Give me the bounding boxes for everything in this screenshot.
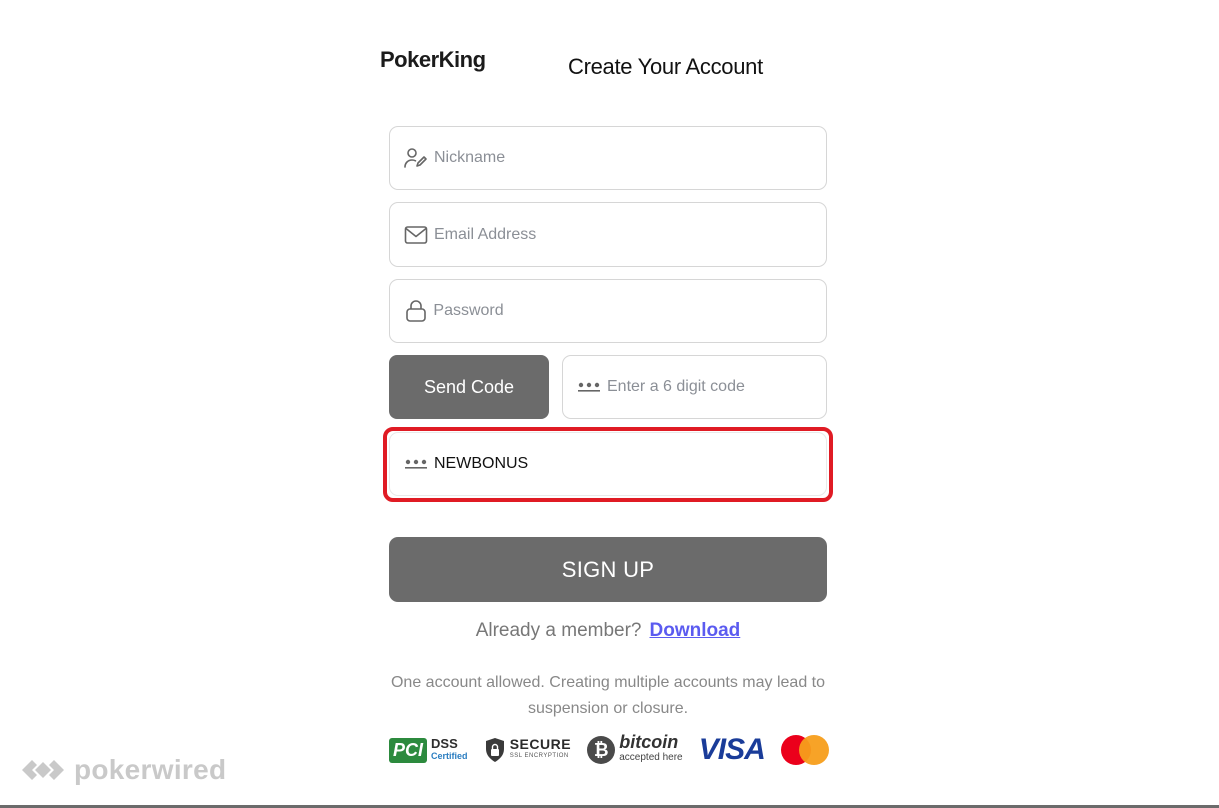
visa-logo: VISA: [698, 733, 766, 766]
ssl-encryption-text: SSL ENCRYPTION: [509, 753, 569, 759]
sign-up-button[interactable]: SIGN UP: [389, 537, 827, 602]
header: PokerKing Create Your Account: [378, 44, 838, 94]
shield-lock-icon: [485, 738, 504, 762]
mastercard-logo: [781, 735, 829, 765]
promo-code-field[interactable]: [389, 432, 827, 496]
payment-badges: PCI DSS Certified SECURE SSL ENCRYPTION …: [389, 730, 829, 770]
dots-code-icon: [404, 451, 428, 477]
email-field[interactable]: [389, 202, 827, 267]
envelope-icon: [404, 222, 428, 248]
dots-code-icon: [577, 374, 601, 400]
bitcoin-icon: ₿: [587, 736, 616, 764]
pci-logo: PCI: [389, 737, 428, 763]
pci-certified-text: Certified: [431, 751, 468, 761]
already-member-text: Already a member?: [475, 620, 642, 641]
secure-badge: SECURE SSL ENCRYPTION: [484, 737, 571, 763]
promo-code-input[interactable]: [434, 433, 826, 495]
verification-code-input[interactable]: [607, 356, 826, 418]
pokerwired-logo-icon: [22, 760, 64, 780]
bitcoin-accepted-text: accepted here: [619, 752, 683, 763]
user-edit-icon: [404, 145, 428, 171]
password-field[interactable]: [389, 279, 827, 343]
watermark-text: pokerwired: [74, 754, 227, 785]
bitcoin-text: bitcoin: [619, 732, 679, 752]
verification-code-field[interactable]: [562, 355, 827, 419]
download-link[interactable]: Download: [650, 620, 741, 641]
already-member-row: Already a member? Download: [389, 620, 827, 642]
bitcoin-badge: ₿ bitcoin accepted here: [587, 732, 683, 766]
password-input[interactable]: [433, 280, 826, 342]
send-code-button[interactable]: Send Code: [389, 355, 549, 419]
pokerking-logo[interactable]: PokerKing: [380, 47, 486, 73]
account-notice: One account allowed. Creating multiple a…: [390, 674, 825, 717]
nickname-input[interactable]: [434, 127, 826, 189]
nickname-field[interactable]: [389, 126, 827, 190]
pci-dss-text: DSS: [431, 736, 458, 751]
pci-dss-badge: PCI DSS Certified: [389, 736, 468, 763]
email-input[interactable]: [434, 203, 826, 266]
page-title: Create Your Account: [568, 54, 763, 79]
lock-icon: [404, 298, 427, 324]
pokerwired-watermark: pokerwired: [20, 754, 226, 786]
